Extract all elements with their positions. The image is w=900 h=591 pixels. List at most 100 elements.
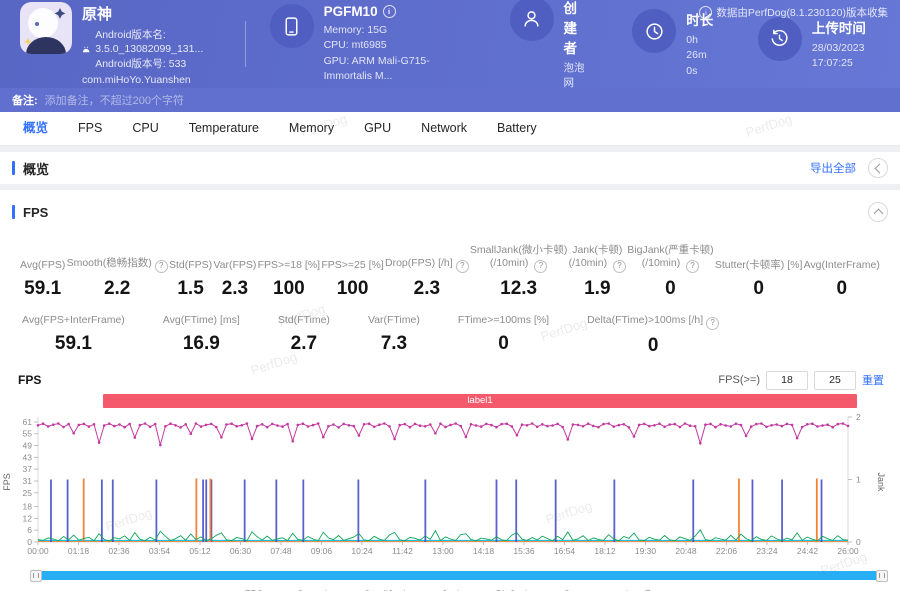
metric: Avg(InterFrame) 0 <box>803 259 880 299</box>
tab-FPS[interactable]: FPS <box>63 112 117 145</box>
svg-text:06:30: 06:30 <box>230 546 252 556</box>
app-icon <box>20 2 72 55</box>
metric-value: 100 <box>336 278 369 299</box>
svg-text:26:00: 26:00 <box>837 546 859 556</box>
metric: Drop(FPS) [/h]? 2.3 <box>385 246 469 300</box>
device-cpu: CPU: mt6985 <box>323 39 387 52</box>
svg-text:15:36: 15:36 <box>513 546 535 556</box>
tab-概览[interactable]: 概览 <box>8 112 63 145</box>
metric: Jank(卡顿) (/10min) ? 1.9 <box>569 244 627 300</box>
export-all-link[interactable]: 导出全部 <box>810 160 856 176</box>
svg-text:31: 31 <box>23 476 33 486</box>
svg-text:37: 37 <box>23 464 33 474</box>
fps-chart-plot[interactable]: 61554943373125181260210FPS Jank00:00 01:18… <box>0 412 898 562</box>
collect-info-text: 数据由PerfDog(8.1.230120)版本收集 <box>716 7 888 19</box>
phone-icon <box>269 4 314 49</box>
chart-zoom-scrollbar[interactable] <box>30 569 888 582</box>
svg-text:18:12: 18:12 <box>594 546 616 556</box>
help-icon[interactable]: ? <box>455 260 469 273</box>
tab-GPU[interactable]: GPU <box>349 112 406 145</box>
help-icon[interactable]: ? <box>154 260 168 273</box>
svg-text:6: 6 <box>27 525 32 535</box>
svg-text:22:06: 22:06 <box>716 546 738 556</box>
svg-text:19:30: 19:30 <box>635 546 657 556</box>
metric-value: 16.9 <box>182 332 220 354</box>
device-block: PGFM10 i Memory: 15G CPU: mt6985 GPU: AR… <box>269 4 456 84</box>
tab-Network[interactable]: Network <box>406 112 482 145</box>
section-accent-bar <box>12 161 15 175</box>
svg-text:23:24: 23:24 <box>756 546 778 556</box>
reset-button[interactable]: 重置 <box>862 372 884 388</box>
svg-text:13:00: 13:00 <box>432 546 454 556</box>
metric-value: 100 <box>273 278 305 299</box>
svg-text:02:36: 02:36 <box>108 546 130 556</box>
svg-text:25: 25 <box>23 487 33 497</box>
android-icon <box>82 46 90 53</box>
clock-icon <box>632 9 677 54</box>
report-header: i 数据由PerfDog(8.1.230120)版本收集 原神 Android版… <box>0 0 900 91</box>
android-version-name: Android版本名: 3.5.0_13082099_131... <box>95 29 204 56</box>
tab-Battery[interactable]: Battery <box>482 112 552 145</box>
metric-value: 0 <box>647 334 659 356</box>
note-bar[interactable]: 备注: 添加备注，不超过200个字符 <box>0 88 900 112</box>
collect-info: i 数据由PerfDog(8.1.230120)版本收集 <box>699 5 888 20</box>
fps-section-title: FPS <box>23 204 49 220</box>
metric-value: 59.1 <box>54 332 92 354</box>
tab-Temperature[interactable]: Temperature <box>174 112 274 145</box>
tab-CPU[interactable]: CPU <box>117 112 173 145</box>
metric: FTime>=100ms [%] 0 <box>457 314 550 354</box>
overview-collapse-button[interactable] <box>868 158 888 178</box>
fps-section: FPS Avg(FPS) 59.1 Smooth(稳畅指数)? 2.2 Std(FPS)… <box>0 190 900 591</box>
metric-value: 0 <box>753 278 764 299</box>
scrollbar-track[interactable] <box>36 570 882 580</box>
metric-value: 2.3 <box>413 278 441 299</box>
app-package: com.miHoYo.Yuanshen <box>82 73 191 86</box>
fps-chart-title: FPS <box>18 372 42 387</box>
device-info-icon[interactable]: i <box>382 5 396 19</box>
metric-value: 2.7 <box>290 332 318 354</box>
svg-text:20:48: 20:48 <box>675 546 697 556</box>
metric: Avg(FPS+InterFrame) 59.1 <box>22 314 125 354</box>
info-icon: i <box>699 6 713 19</box>
help-icon[interactable]: ? <box>534 260 548 273</box>
chart-label-banner: label1 <box>103 393 857 408</box>
app-title: 原神 <box>82 6 113 24</box>
metric: Var(FTime) 7.3 <box>367 314 420 354</box>
fps-threshold-input-1[interactable] <box>766 370 808 390</box>
metric: Std(FPS) 1.5 <box>168 259 213 299</box>
fps-threshold-label: FPS(>=) <box>718 374 760 387</box>
fps-collapse-button[interactable] <box>868 202 888 222</box>
fps-metrics-row-1: Avg(FPS) 59.1 Smooth(稳畅指数)? 2.2 Std(FPS) 1.5 V… <box>0 244 900 300</box>
metric: Delta(FTime)>100ms [/h]? 0 <box>587 314 720 357</box>
help-icon[interactable]: ? <box>686 260 700 273</box>
creator-value: 泡泡网 <box>563 61 585 89</box>
metric-value: 0 <box>498 332 509 354</box>
metric: FPS>=25 [%] 100 <box>321 259 384 299</box>
scrollbar-handle-left[interactable] <box>30 569 42 582</box>
svg-text:49: 49 <box>23 440 33 450</box>
overview-title: 概览 <box>23 161 50 177</box>
svg-text:1: 1 <box>856 474 861 484</box>
metric: FPS>=18 [%] 100 <box>257 259 321 299</box>
creator-block: 创建者 泡泡网 <box>509 0 587 91</box>
metric: Stutter(卡顿率) [%] 0 <box>714 259 803 299</box>
note-placeholder: 添加备注，不超过200个字符 <box>44 95 185 107</box>
perfdog-report-page: i 数据由PerfDog(8.1.230120)版本收集 原神 Android版… <box>0 0 900 591</box>
svg-text:11:42: 11:42 <box>392 546 413 556</box>
scrollbar-handle-right[interactable] <box>876 569 888 582</box>
svg-text:00:00: 00:00 <box>27 546 49 556</box>
fps-threshold-input-2[interactable] <box>814 370 856 390</box>
svg-text:05:12: 05:12 <box>189 546 211 556</box>
metric-value: 59.1 <box>24 278 62 299</box>
header-divider <box>244 21 246 67</box>
metric-value: 2.2 <box>103 278 131 299</box>
svg-text:2: 2 <box>856 412 861 422</box>
tab-Memory[interactable]: Memory <box>274 112 349 145</box>
svg-text:09:06: 09:06 <box>311 546 333 556</box>
metric: Std(FTime) 2.7 <box>277 314 330 354</box>
metric: Var(FPS) 2.3 <box>213 259 257 299</box>
help-icon[interactable]: ? <box>613 260 627 273</box>
help-icon[interactable]: ? <box>706 316 720 330</box>
device-name: PGFM10 <box>323 4 378 20</box>
metric-value: 1.5 <box>177 278 204 299</box>
